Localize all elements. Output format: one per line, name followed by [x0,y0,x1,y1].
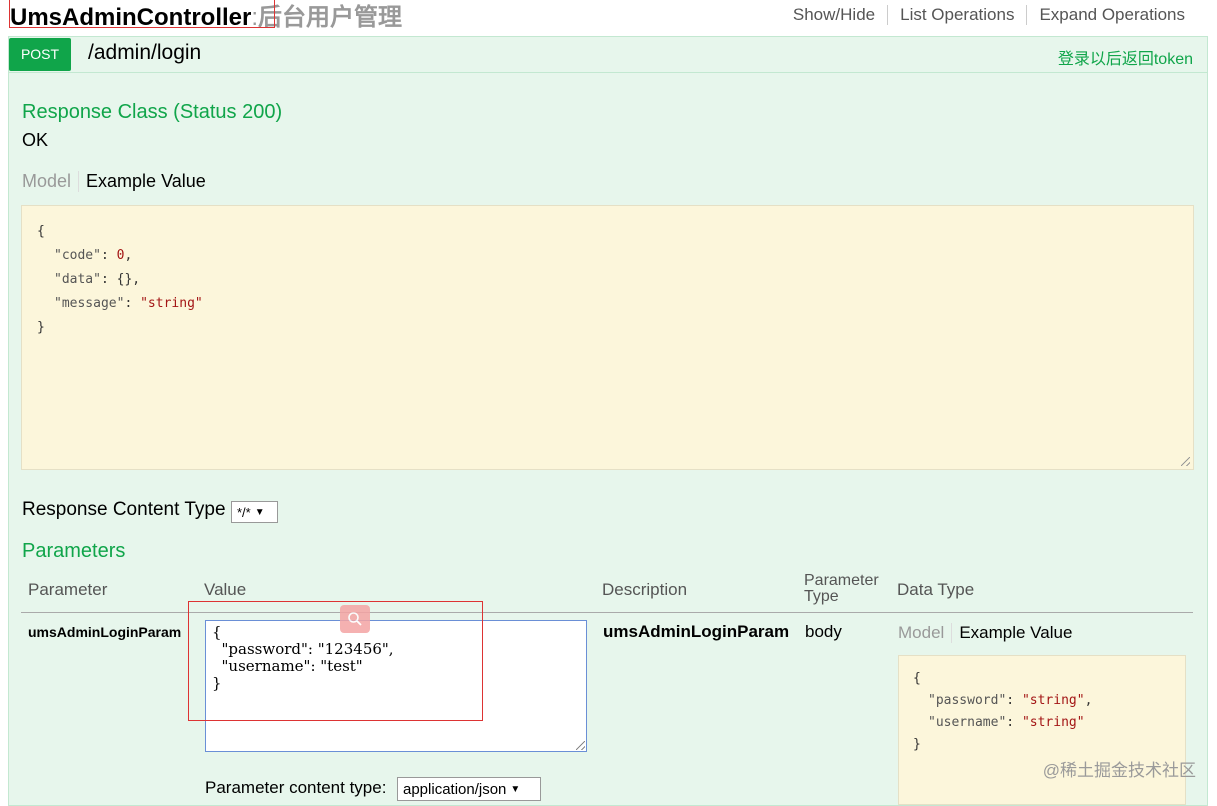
param-name: umsAdminLoginParam [28,624,182,640]
code-line: } [913,737,921,752]
column-header-value: Value [204,580,247,599]
code-line: { [37,224,45,239]
code-line: "password": "string", [928,693,1093,708]
parameter-content-type-select[interactable]: application/json ▼ [397,777,541,801]
param-example-code[interactable]: { "password": "string", "username": "str… [898,655,1186,805]
highlight-box-value [188,601,483,721]
parameter-content-type-label: Parameter content type: [205,778,387,797]
header-line: Type [804,588,839,605]
operation-summary[interactable]: 登录以后返回token [1058,45,1193,69]
tab-example-value[interactable]: Example Value [79,171,206,192]
code-line: "message": "string" [54,296,203,311]
watermark: @稀土掘金技术社区 [1042,761,1196,780]
param-type: body [805,622,842,641]
code-line: } [37,320,45,335]
http-method-badge[interactable]: POST [9,38,71,71]
code-line: { [913,671,921,686]
column-header-description: Description [602,580,688,599]
chevron-down-icon: ▼ [254,506,265,518]
controller-description: 后台用户管理 [258,4,403,31]
highlight-box-title [9,0,275,28]
controller-actions: Show/Hide List Operations Expand Operati… [781,5,1197,25]
expand-operations-link[interactable]: Expand Operations [1027,5,1197,25]
response-class-heading: Response Class (Status 200) [22,101,283,123]
response-model-tabs: Model Example Value [22,171,206,192]
tab-model[interactable]: Model [898,623,953,643]
parameters-heading: Parameters [22,540,126,562]
column-header-parameter-type: Parameter Type [804,573,879,605]
resize-handle-icon[interactable] [576,741,585,750]
response-status-text: OK [22,130,49,150]
select-value: */* [237,504,251,520]
chevron-down-icon: ▼ [510,783,521,795]
param-description: umsAdminLoginParam [603,622,790,641]
response-content-type-select[interactable]: */* ▼ [231,501,278,523]
resize-handle-icon[interactable] [1181,457,1190,466]
code-line: "username": "string" [928,715,1085,730]
select-value: application/json [403,780,507,798]
code-line: "data": {}, [54,272,141,287]
data-type-tabs: Model Example Value [898,623,1072,643]
tab-model[interactable]: Model [22,171,80,192]
header-line: Parameter [804,572,879,589]
tab-example-value[interactable]: Example Value [952,623,1072,643]
magnifier-icon[interactable] [340,605,370,633]
operation-path[interactable]: /admin/login [88,41,201,65]
response-content-type-label: Response Content Type [22,499,226,520]
response-example-code[interactable]: { "code": 0, "data": {}, "message": "str… [21,205,1194,470]
column-header-parameter: Parameter [28,580,108,599]
column-header-data-type: Data Type [897,580,975,599]
code-line: "code": 0, [54,248,133,263]
list-operations-link[interactable]: List Operations [888,5,1026,25]
show-hide-link[interactable]: Show/Hide [781,5,887,25]
